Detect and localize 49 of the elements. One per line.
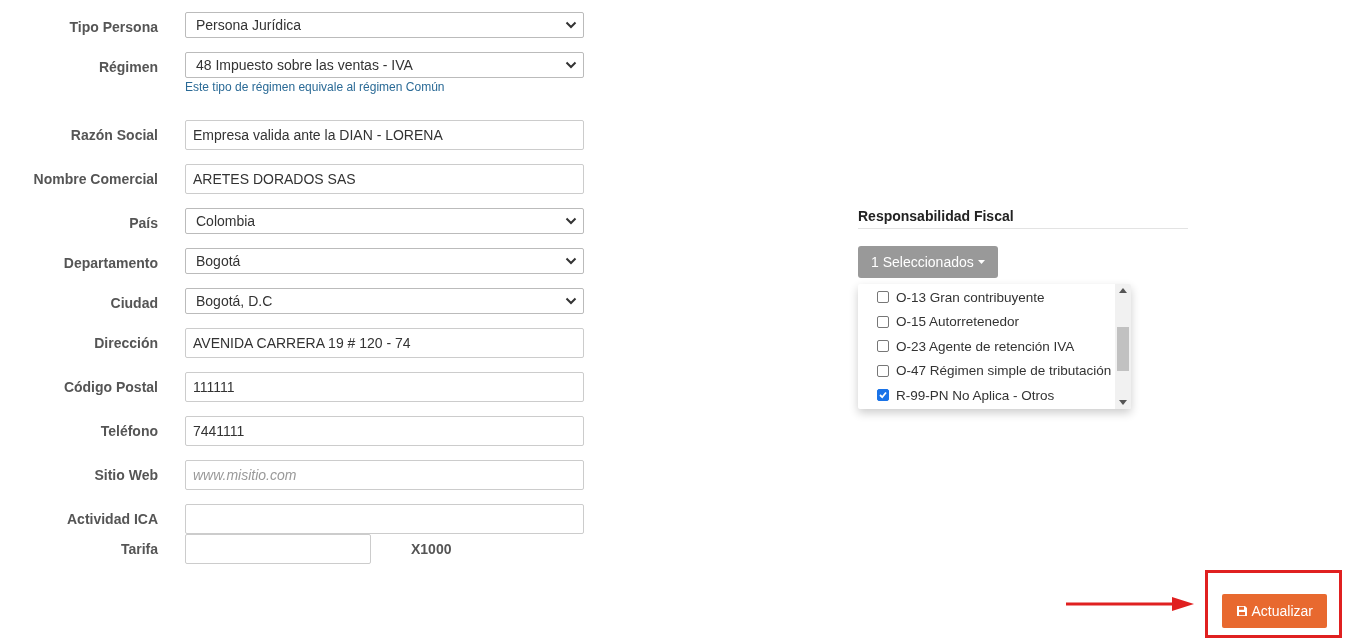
input-field[interactable]: www.misitio.com	[185, 460, 584, 490]
dropdown-field[interactable]: 48 Impuesto sobre las ventas - IVA	[185, 52, 584, 78]
chevron-icon	[565, 21, 577, 29]
field-label: Sitio Web	[93, 466, 158, 483]
save-icon	[1235, 605, 1248, 617]
checkbox[interactable]	[877, 291, 889, 304]
field-label: Ciudad	[109, 294, 158, 311]
checkbox[interactable]	[877, 315, 889, 328]
dropdown-field[interactable]: Bogotá, D.C	[185, 288, 584, 314]
dropdown-field[interactable]: Persona Jurídica	[185, 12, 584, 38]
input-field[interactable]: 7441111	[185, 416, 584, 446]
option-item[interactable]: O-23 Agente de retención IVA	[877, 334, 1115, 359]
option-item[interactable]: R-99-PN No Aplica - Otros	[877, 383, 1115, 408]
field-label: Nombre Comercial	[32, 170, 158, 187]
option-item[interactable]: O-13 Gran contribuyente	[877, 285, 1115, 310]
section-title: Responsabilidad Fiscal	[858, 208, 1188, 229]
field-label: Tarifa	[119, 540, 158, 557]
input-field[interactable]: 111111	[185, 372, 584, 402]
input-field[interactable]	[185, 534, 371, 564]
input-field[interactable]: ARETES DORADOS SAS	[185, 164, 584, 194]
dropdown-field[interactable]: Bogotá	[185, 248, 584, 274]
chevron-icon	[565, 61, 577, 69]
field-label: Tipo Persona	[68, 18, 158, 35]
checkbox[interactable]	[877, 340, 889, 353]
caret-icon	[977, 260, 985, 264]
field-label: Actividad ICA	[66, 510, 158, 527]
chevron-icon	[565, 297, 577, 305]
help-text: Este tipo de régimen equivale al régimen Común	[185, 80, 446, 94]
chevron-icon	[565, 217, 577, 225]
input-field[interactable]	[185, 504, 584, 534]
option-item[interactable]: O-47 Régimen simple de tributación	[877, 358, 1115, 383]
option-item[interactable]: O-15 Autorretenedor	[877, 309, 1115, 334]
field-label: Teléfono	[99, 422, 158, 439]
scroll-down-icon[interactable]	[1119, 400, 1127, 405]
scrollbar[interactable]	[1115, 284, 1131, 409]
input-field[interactable]: Empresa valida ante la DIAN - LORENA	[185, 120, 584, 150]
field-label: Razón Social	[69, 126, 158, 143]
checkbox[interactable]	[877, 364, 889, 377]
unit-label: X1000	[411, 541, 452, 557]
input-field[interactable]: AVENIDA CARRERA 19 # 120 - 74	[185, 328, 584, 358]
field-label: Dirección	[93, 334, 158, 351]
field-label: Código Postal	[62, 378, 158, 395]
field-label: Régimen	[97, 58, 158, 75]
field-label: Departamento	[62, 254, 158, 271]
checkbox[interactable]	[877, 389, 889, 402]
field-label: País	[128, 214, 158, 231]
chevron-icon	[565, 257, 577, 265]
dropdown-field[interactable]: Colombia	[185, 208, 584, 234]
scroll-up-icon[interactable]	[1119, 288, 1127, 293]
